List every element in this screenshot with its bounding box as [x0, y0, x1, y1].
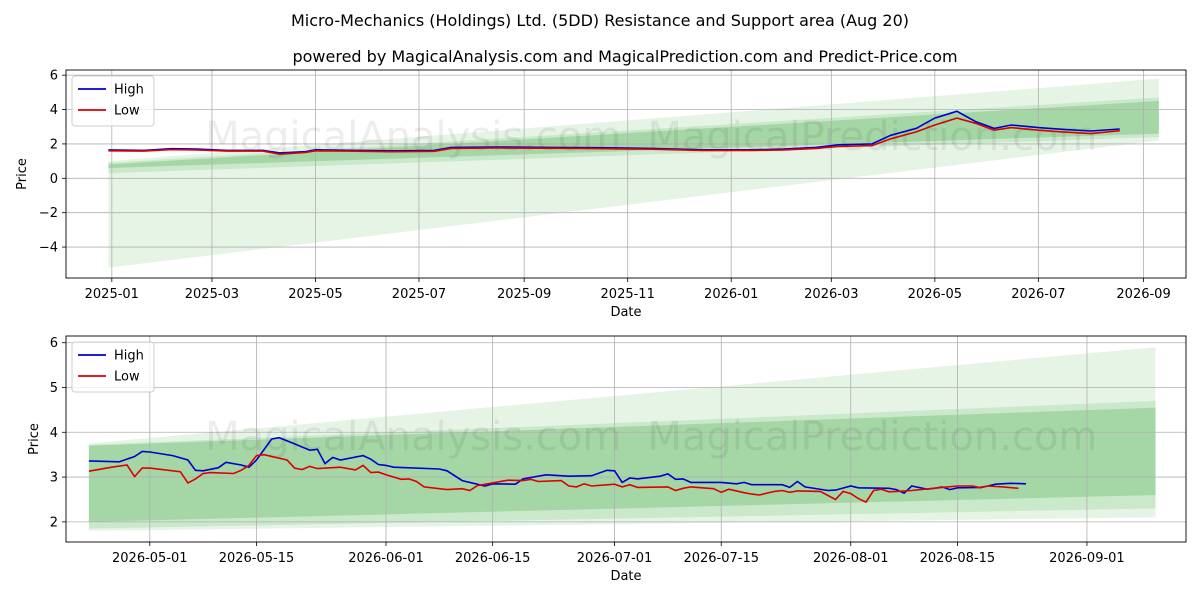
- y-tick-label: 0: [50, 172, 58, 187]
- watermark-text: MagicalAnalysis.com: [205, 414, 621, 460]
- x-axis-label: Date: [610, 569, 641, 584]
- legend-label-high: High: [114, 349, 144, 364]
- x-tick-label: 2025-03: [185, 287, 239, 302]
- y-tick-label: 2: [50, 137, 58, 152]
- watermark-text: MagicalPrediction.com: [647, 114, 1097, 160]
- legend: High Low: [71, 75, 155, 127]
- x-tick-label: 2025-05: [288, 287, 342, 302]
- upper-chart-panel: MagicalAnalysis.com MagicalPrediction.com…: [15, 69, 1187, 320]
- x-tick-label: 2025-11: [601, 287, 655, 302]
- y-tick-label: 4: [50, 426, 58, 441]
- lower-chart-panel: MagicalAnalysis.com MagicalPrediction.com…: [27, 335, 1187, 584]
- x-axis-label: Date: [610, 305, 641, 320]
- x-tick-label: 2025-07: [392, 287, 446, 302]
- x-tick-label: 2026-01: [704, 287, 758, 302]
- watermark-group: MagicalAnalysis.com MagicalPrediction.com: [205, 114, 1097, 160]
- x-tick-label: 2026-05: [908, 287, 962, 302]
- chart-figure: Micro-Mechanics (Holdings) Ltd. (5DD) Re…: [0, 0, 1200, 600]
- x-tick-label: 2026-07: [1011, 287, 1065, 302]
- y-axis-label: Price: [27, 423, 42, 455]
- y-tick-label: 6: [50, 69, 58, 84]
- legend-label-low: Low: [114, 104, 140, 119]
- x-tick-label: 2025-09: [497, 287, 551, 302]
- band-0: [108, 78, 1159, 268]
- x-tick-label: 2026-08-01: [813, 551, 889, 566]
- x-tick-label: 2026-08-15: [920, 551, 996, 566]
- x-tick-label: 2026-07-15: [683, 551, 759, 566]
- y-axis-label: Price: [15, 158, 30, 190]
- y-tick-label: −4: [39, 241, 58, 256]
- chart-title: Micro-Mechanics (Holdings) Ltd. (5DD) Re…: [291, 11, 909, 30]
- x-tick-label: 2026-06-15: [455, 551, 531, 566]
- x-tick-label: 2026-09: [1116, 287, 1170, 302]
- x-tick-label: 2026-03: [804, 287, 858, 302]
- watermark-group: MagicalAnalysis.com MagicalPrediction.com: [205, 414, 1097, 460]
- y-tick-label: 3: [50, 471, 58, 486]
- legend: High Low: [71, 341, 155, 393]
- y-tick-label: 2: [50, 515, 58, 530]
- watermark-text: MagicalPrediction.com: [647, 414, 1097, 460]
- support-resistance-bands: [108, 78, 1159, 268]
- figure-svg: Micro-Mechanics (Holdings) Ltd. (5DD) Re…: [15, 11, 1187, 584]
- watermark-text: MagicalAnalysis.com: [205, 114, 621, 160]
- x-tick-label: 2026-09-01: [1049, 551, 1125, 566]
- x-tick-label: 2026-05-15: [219, 551, 295, 566]
- y-tick-label: 5: [50, 381, 58, 396]
- x-tick-label: 2026-07-01: [577, 551, 653, 566]
- legend-label-high: High: [114, 83, 144, 98]
- x-tick-label: 2025-01: [85, 287, 139, 302]
- x-tick-label: 2026-06-01: [348, 551, 424, 566]
- y-tick-label: 6: [50, 336, 58, 351]
- y-tick-label: 4: [50, 103, 58, 118]
- legend-label-low: Low: [114, 370, 140, 385]
- x-tick-label: 2026-05-01: [112, 551, 188, 566]
- y-tick-label: −2: [39, 206, 58, 221]
- chart-subtitle: powered by MagicalAnalysis.com and Magic…: [292, 47, 957, 66]
